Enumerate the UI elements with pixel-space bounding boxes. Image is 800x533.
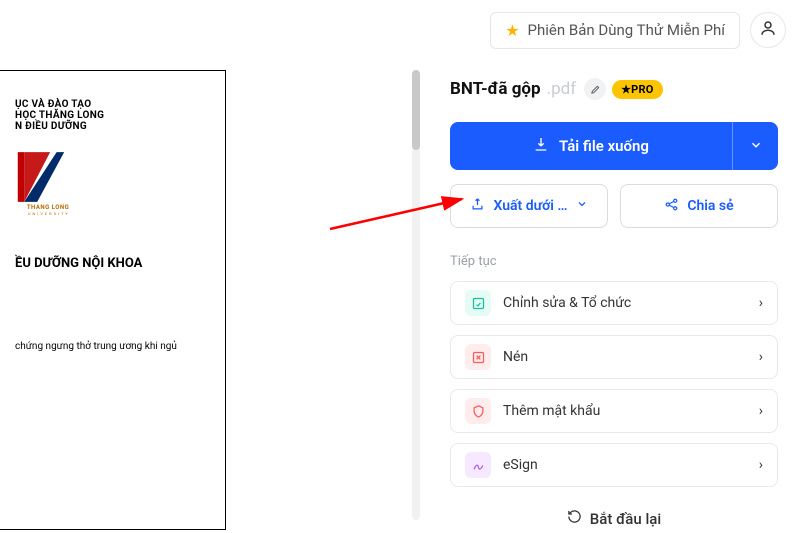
restart-label: Bắt đầu lại xyxy=(590,510,661,528)
account-button[interactable] xyxy=(750,12,786,48)
main-area: ỤC VÀ ĐÀO TẠO HỌC THĂNG LONG N ĐIỀU DƯỠN… xyxy=(0,60,800,533)
top-bar: ★ Phiên Bản Dùng Thử Miễn Phí xyxy=(0,0,800,60)
trial-badge[interactable]: ★ Phiên Bản Dùng Thử Miễn Phí xyxy=(490,12,740,49)
doc-line: HỌC THĂNG LONG xyxy=(15,110,207,121)
scrollbar-thumb[interactable] xyxy=(412,70,420,150)
secondary-buttons: Xuất dưới … Chia sẻ xyxy=(450,184,778,228)
user-icon xyxy=(759,19,777,41)
action-edit-organize[interactable]: Chỉnh sửa & Tổ chức › xyxy=(450,281,778,325)
file-title-row: BNT-đã gộp .pdf ★PRO xyxy=(450,78,778,100)
download-row: Tải file xuống xyxy=(450,122,778,170)
action-esign[interactable]: eSign › xyxy=(450,443,778,487)
doc-heading: ỀU DƯỠNG NỘI KHOA xyxy=(15,256,207,271)
pro-badge: ★PRO xyxy=(612,80,662,99)
download-button[interactable]: Tải file xuống xyxy=(450,122,732,170)
download-label: Tải file xuống xyxy=(559,137,649,155)
continue-label: Tiếp tục xyxy=(450,254,778,269)
scrollbar-track[interactable] xyxy=(412,70,420,520)
restart-icon xyxy=(567,509,582,528)
esign-icon xyxy=(465,452,491,478)
action-label: Nén xyxy=(503,349,528,365)
annotation-arrow xyxy=(330,193,470,237)
trial-label: Phiên Bản Dùng Thử Miễn Phí xyxy=(528,21,725,39)
chevron-down-icon xyxy=(576,198,588,214)
export-button[interactable]: Xuất dưới … xyxy=(450,184,608,228)
logo-text: THANG LONG xyxy=(27,204,69,211)
action-list: Chỉnh sửa & Tổ chức › Nén › Thêm mật khẩ… xyxy=(450,281,778,487)
rename-button[interactable] xyxy=(584,78,606,100)
restart-button[interactable]: Bắt đầu lại xyxy=(450,509,778,528)
logo-subtext: U N I V E R S I T Y xyxy=(28,211,68,216)
doc-line: ỤC VÀ ĐÀO TẠO xyxy=(15,99,207,110)
file-extension: .pdf xyxy=(547,79,577,99)
share-button[interactable]: Chia sẻ xyxy=(620,184,778,228)
chevron-right-icon: › xyxy=(759,403,763,419)
preview-pane: ỤC VÀ ĐÀO TẠO HỌC THĂNG LONG N ĐIỀU DƯỠN… xyxy=(0,60,420,533)
file-name: BNT-đã gộp xyxy=(450,79,541,99)
action-label: Chỉnh sửa & Tổ chức xyxy=(503,295,631,311)
action-password[interactable]: Thêm mật khẩu › xyxy=(450,389,778,433)
download-icon xyxy=(533,136,549,156)
export-icon xyxy=(470,197,485,216)
share-icon xyxy=(664,197,679,216)
chevron-down-icon xyxy=(749,137,763,156)
chevron-right-icon: › xyxy=(759,457,763,473)
doc-paragraph: chứng ngưng thở trung ương khi ngủ xyxy=(15,341,207,352)
action-label: Thêm mật khẩu xyxy=(503,403,600,419)
shield-icon xyxy=(465,398,491,424)
edit-icon xyxy=(465,290,491,316)
share-label: Chia sẻ xyxy=(687,198,733,214)
compress-icon xyxy=(465,344,491,370)
doc-body: ỀU DƯỠNG NỘI KHOA chứng ngưng thở trung … xyxy=(15,256,207,352)
document-preview: ỤC VÀ ĐÀO TẠO HỌC THĂNG LONG N ĐIỀU DƯỠN… xyxy=(0,70,226,530)
action-label: eSign xyxy=(503,457,538,473)
export-label: Xuất dưới … xyxy=(493,198,567,214)
chevron-right-icon: › xyxy=(759,295,763,311)
chevron-right-icon: › xyxy=(759,349,763,365)
download-options-button[interactable] xyxy=(732,122,778,170)
star-icon: ★ xyxy=(505,21,519,40)
action-compress[interactable]: Nén › xyxy=(450,335,778,379)
university-logo: THANG LONG U N I V E R S I T Y xyxy=(15,150,81,220)
side-panel: BNT-đã gộp .pdf ★PRO Tải file xuống xyxy=(420,60,800,533)
doc-line: N ĐIỀU DƯỠNG xyxy=(15,121,207,132)
